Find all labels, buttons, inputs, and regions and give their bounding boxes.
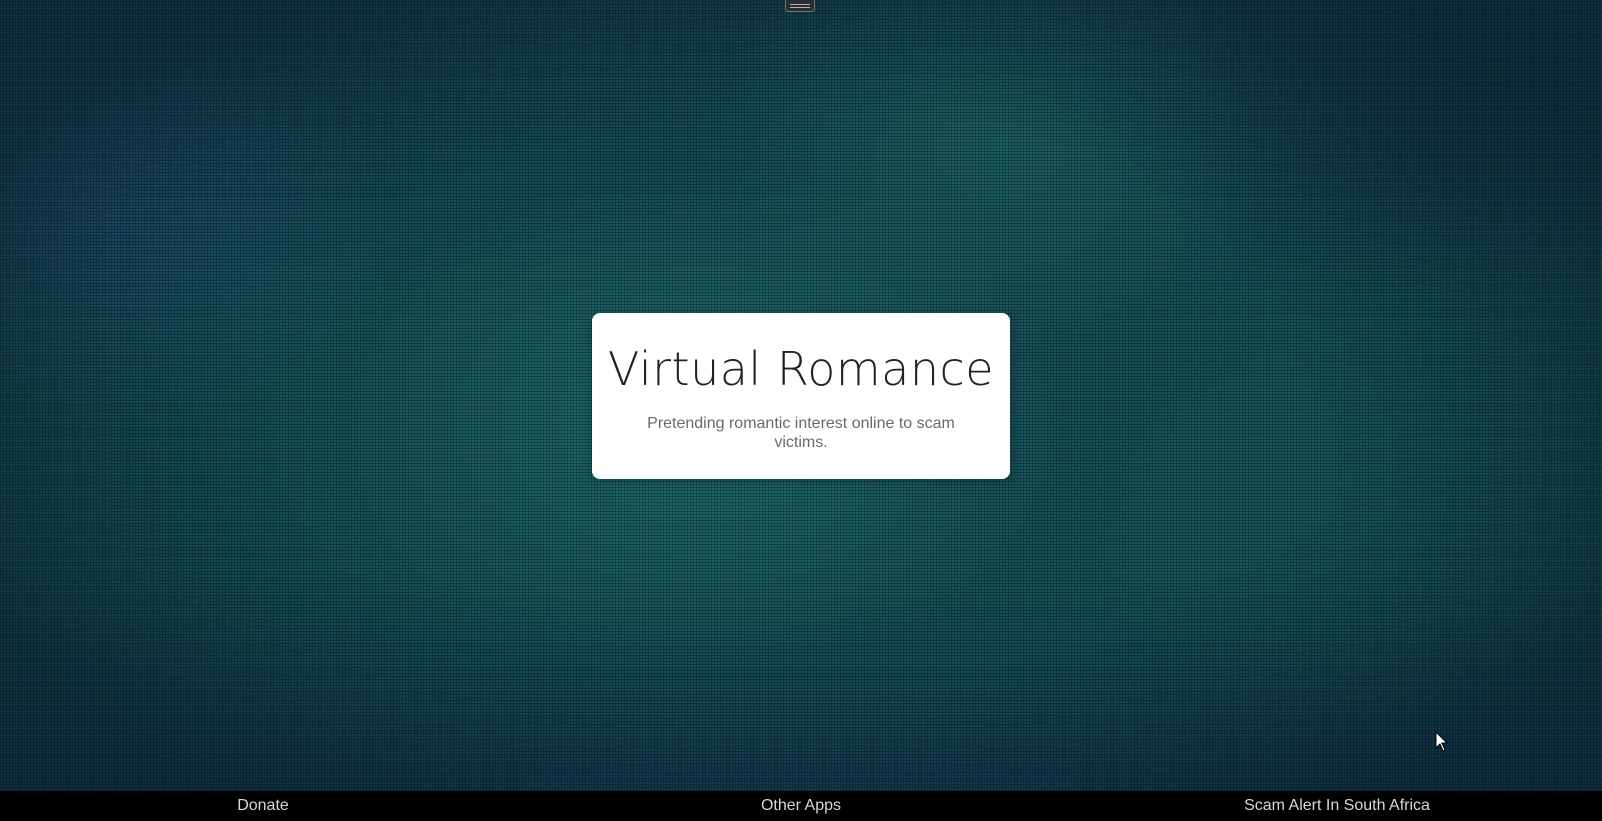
donate-link[interactable]: Donate — [237, 791, 289, 821]
card-subtitle: Pretending romantic interest online to s… — [647, 414, 955, 451]
other-apps-link[interactable]: Other Apps — [761, 791, 841, 821]
mouse-pointer-icon — [1435, 731, 1449, 752]
card-title: Virtual Romance — [607, 342, 995, 396]
hamburger-icon-line — [790, 6, 810, 8]
hamburger-icon-line — [790, 3, 810, 5]
app-screen: Virtual Romance Pretending romantic inte… — [0, 0, 1602, 821]
menu-toggle-button[interactable] — [785, 0, 815, 12]
topic-card[interactable]: Virtual Romance Pretending romantic inte… — [592, 313, 1010, 479]
footer-bar: Donate Other Apps Scam Alert In South Af… — [0, 791, 1602, 821]
scam-alert-link[interactable]: Scam Alert In South Africa — [1244, 791, 1430, 821]
